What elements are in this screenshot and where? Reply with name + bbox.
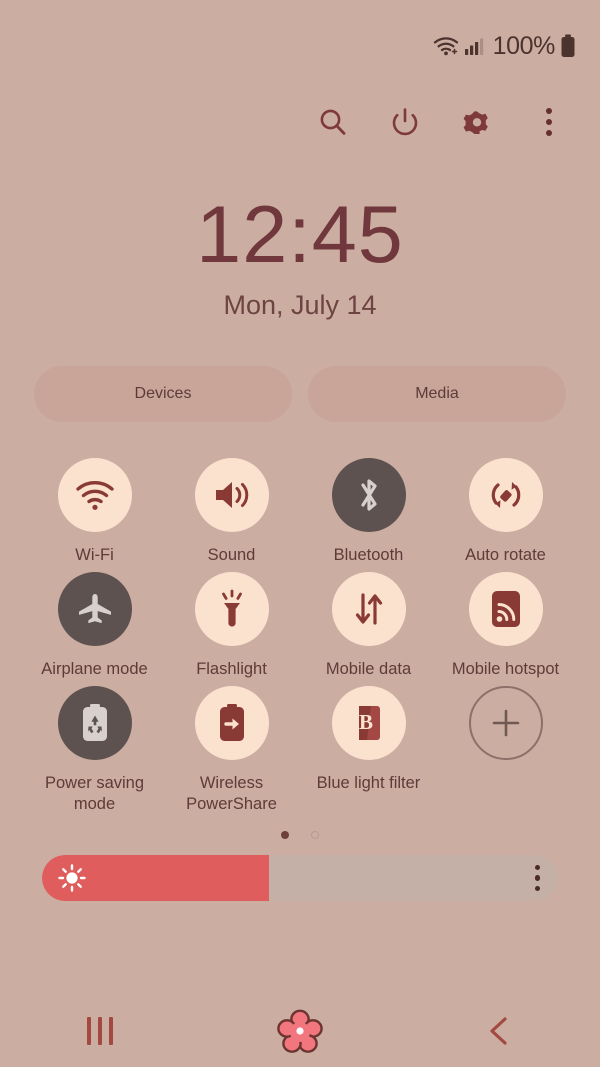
devices-button[interactable]: Devices [34, 366, 292, 422]
battery-percent-label: 100% [492, 31, 556, 60]
battery-full-icon [560, 34, 576, 58]
recents-icon[interactable] [57, 1003, 143, 1059]
brightness-more-options-icon[interactable] [534, 864, 540, 892]
cellular-signal-icon [464, 36, 484, 56]
power-icon[interactable] [384, 101, 426, 143]
tile-auto-rotate[interactable]: Auto rotate [437, 458, 574, 566]
tile-label: Flashlight [196, 660, 267, 678]
search-icon[interactable] [312, 101, 354, 143]
wifi-icon [57, 458, 132, 532]
brightness-sun-icon [57, 863, 87, 893]
status-bar-icons: 100% [433, 32, 576, 61]
tile-flashlight[interactable]: Flashlight [163, 572, 300, 680]
power-saving-icon [57, 686, 132, 760]
page-indicator [0, 829, 600, 841]
status-bar: 100% [0, 0, 600, 92]
powershare-icon [194, 686, 269, 760]
tile-label: Auto rotate [465, 546, 546, 564]
page-dot-active[interactable] [281, 831, 289, 839]
blue-light-icon: B [331, 686, 406, 760]
svg-text:B: B [358, 710, 372, 734]
recents-bars [87, 1017, 113, 1045]
tile-label: Mobile hotspot [451, 660, 560, 678]
pill-row: Devices Media [34, 366, 566, 422]
tile-mobile-data[interactable]: Mobile data [300, 572, 437, 680]
tile-wireless-powershare[interactable]: Wireless PowerShare [163, 686, 300, 815]
tile-label: Sound [207, 546, 256, 564]
tile-label: Power saving mode [44, 774, 145, 813]
wifi-icon [433, 36, 459, 56]
tile-mobile-hotspot[interactable]: Mobile hotspot [437, 572, 574, 680]
tile-label: Blue light filter [316, 774, 421, 792]
back-icon[interactable] [457, 1003, 543, 1059]
speaker-icon [194, 458, 269, 532]
clock-date: Mon, July 14 [223, 290, 377, 320]
tile-label: Mobile data [325, 660, 412, 678]
tile-blue-light-filter[interactable]: B Blue light filter [300, 686, 437, 815]
auto-rotate-icon [468, 458, 543, 532]
navigation-bar [0, 995, 600, 1067]
tile-add-button[interactable] [437, 686, 574, 815]
tile-wifi[interactable]: Wi-Fi [26, 458, 163, 566]
tile-label: Wi-Fi [75, 546, 114, 564]
tile-label: Wireless PowerShare [186, 774, 277, 813]
tile-bluetooth[interactable]: Bluetooth [300, 458, 437, 566]
more-options-dots [546, 108, 552, 136]
quick-settings-header [0, 92, 600, 152]
airplane-icon [57, 572, 132, 646]
gear-icon[interactable] [456, 101, 498, 143]
page-dot-inactive[interactable] [311, 831, 319, 839]
media-button[interactable]: Media [308, 366, 566, 422]
quick-settings-tiles: Wi-Fi Sound Bluetooth Auto rotate Airpla… [26, 458, 574, 815]
tile-label: Bluetooth [333, 546, 404, 564]
tile-sound[interactable]: Sound [163, 458, 300, 566]
clock-time: 12:45 [196, 190, 404, 280]
tile-label: Airplane mode [41, 660, 148, 678]
add-icon [468, 686, 543, 760]
mobile-data-icon [331, 572, 406, 646]
home-flower-icon[interactable] [257, 1003, 343, 1059]
flashlight-icon [194, 572, 269, 646]
clock-block: 12:45 Mon, July 14 [0, 194, 600, 321]
tile-power-saving-mode[interactable]: Power saving mode [26, 686, 163, 815]
bluetooth-icon [331, 458, 406, 532]
tile-airplane-mode[interactable]: Airplane mode [26, 572, 163, 680]
brightness-slider[interactable] [42, 855, 558, 901]
hotspot-icon [468, 572, 543, 646]
more-options-icon[interactable] [528, 101, 570, 143]
